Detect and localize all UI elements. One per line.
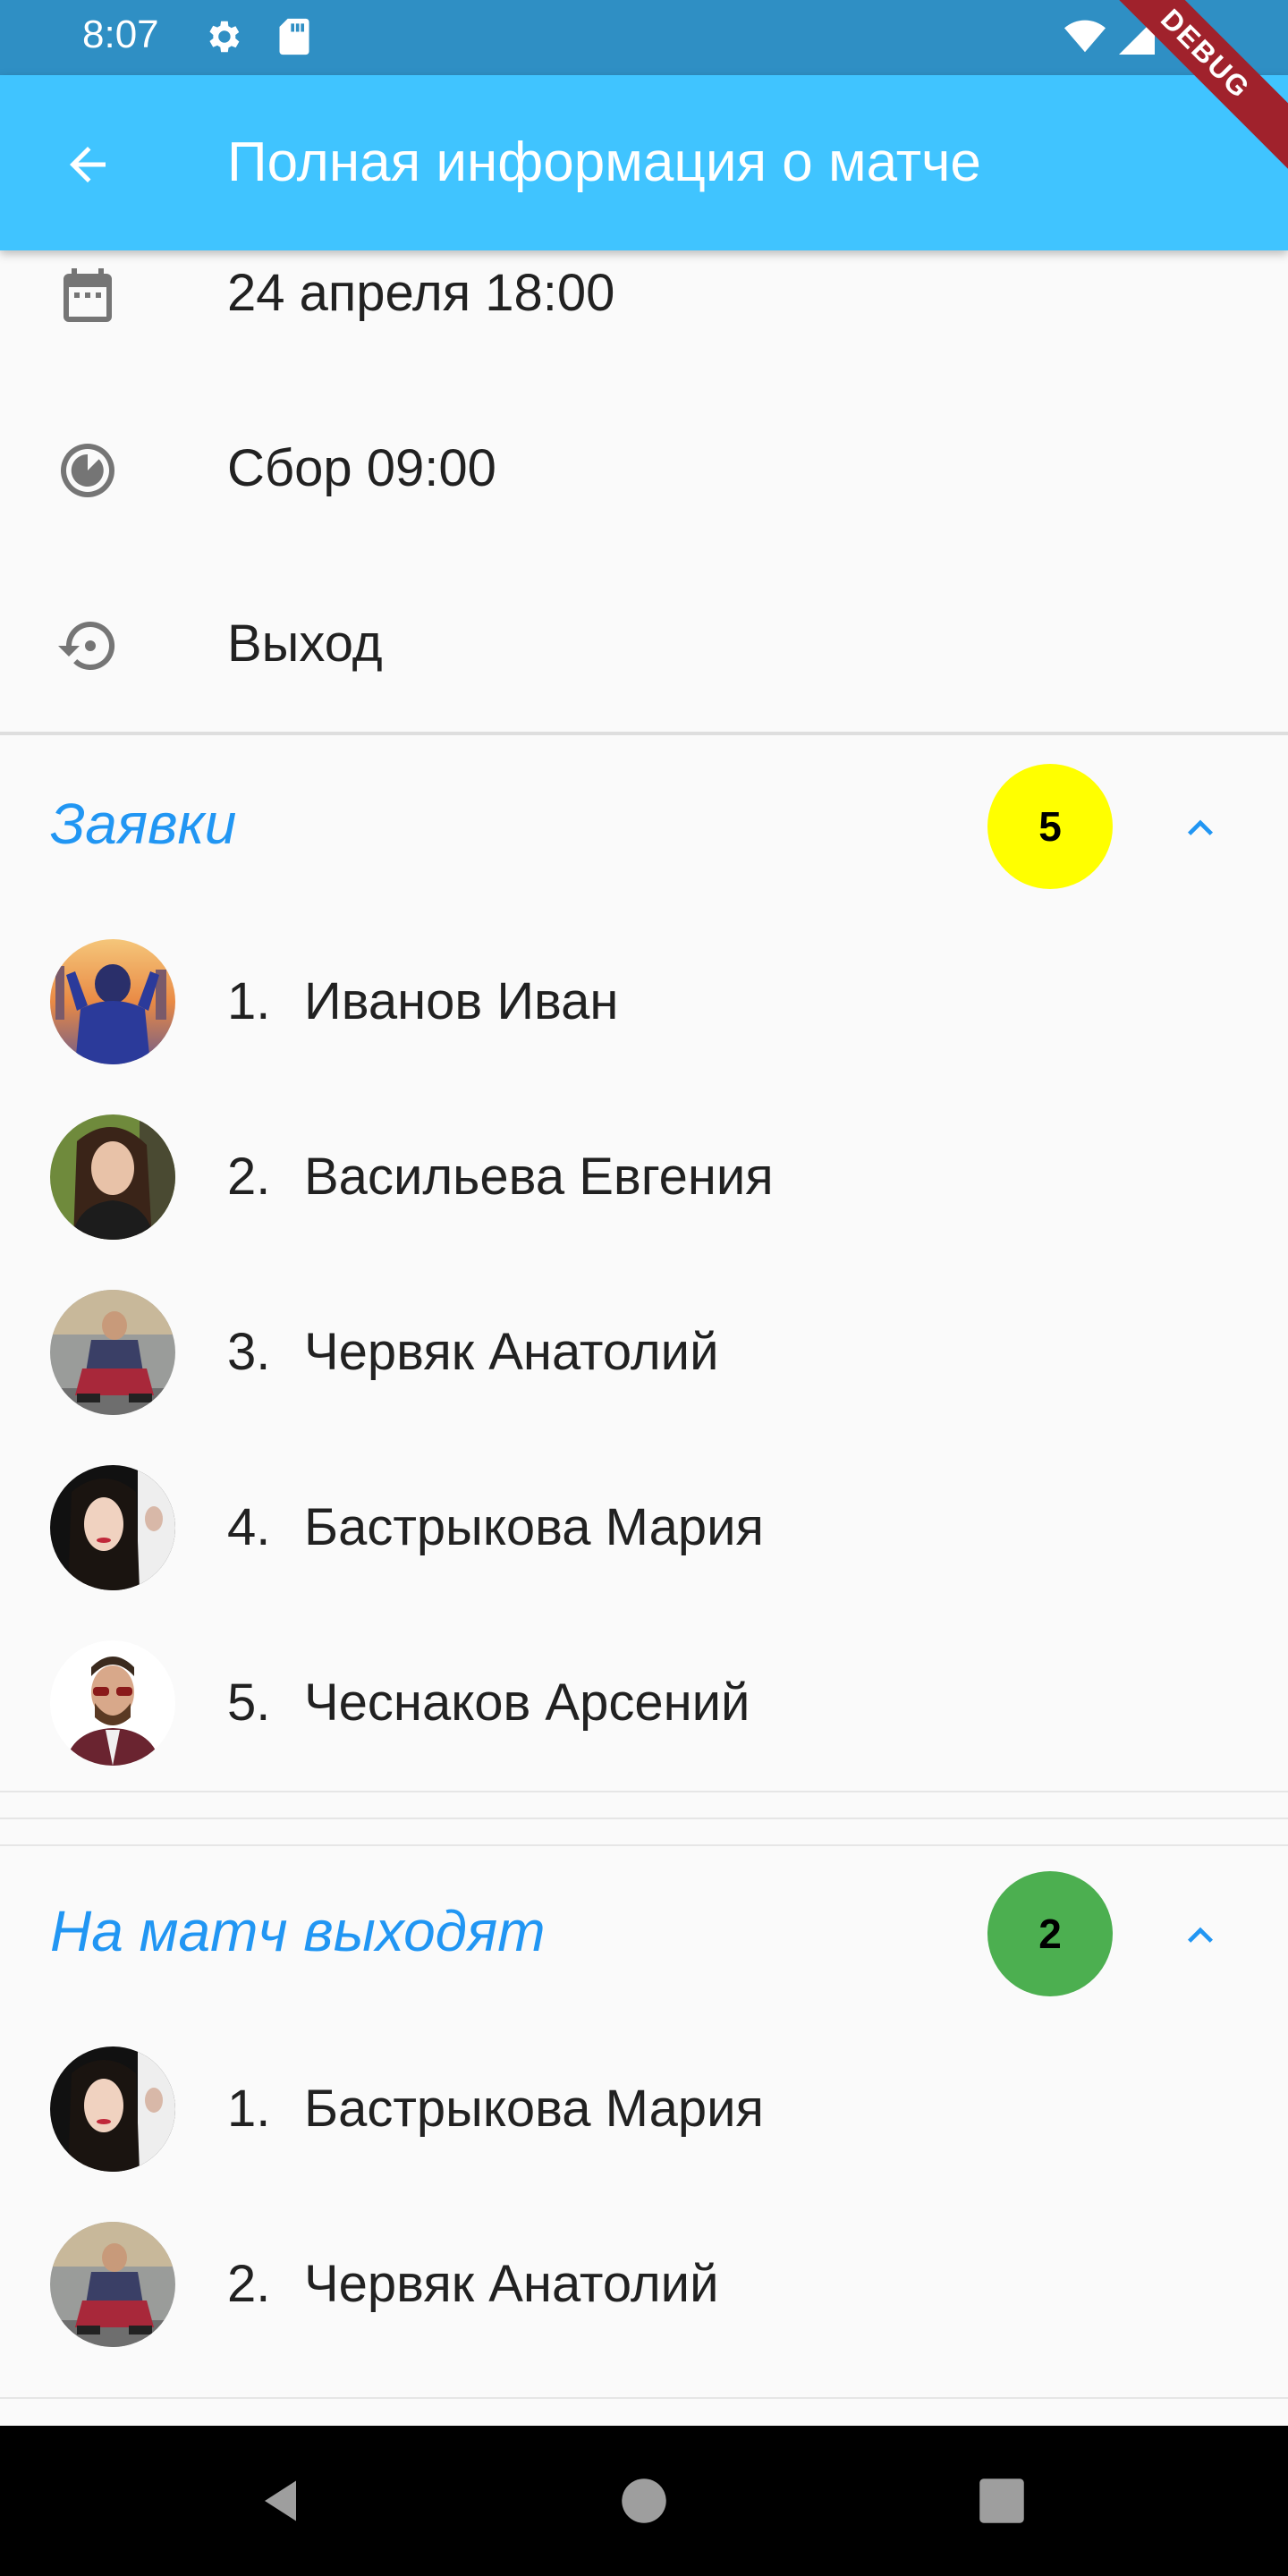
player-index: 1.	[227, 972, 271, 1030]
list-item[interactable]: 3. Червяк Анатолий	[0, 1265, 1288, 1440]
system-nav-bar	[0, 2426, 1288, 2576]
player-index: 1.	[227, 2080, 271, 2138]
player-name: Червяк Анатолий	[304, 2255, 719, 2313]
list-item[interactable]: 4. Бастрыкова Мария	[0, 1440, 1288, 1615]
player-name: Чеснаков Арсений	[304, 1674, 750, 1732]
gathering-time: Сбор 09:00	[227, 439, 496, 497]
player-index: 2.	[227, 2255, 271, 2313]
home-nav-button[interactable]	[608, 2465, 680, 2537]
divider	[0, 732, 1288, 735]
avatar	[50, 1114, 175, 1240]
exit-label: Выход	[227, 614, 383, 673]
list-item[interactable]: 1. Бастрыкова Мария	[0, 2021, 1288, 2197]
app-bar: Полная информация о матче	[0, 75, 1288, 250]
avatar	[50, 2046, 175, 2172]
list-item[interactable]: 2. Червяк Анатолий	[0, 2197, 1288, 2372]
player-name: Иванов Иван	[304, 972, 619, 1030]
exit-row: Выход	[0, 558, 1288, 733]
sd-card-icon	[274, 16, 315, 57]
player-index: 4.	[227, 1498, 271, 1556]
restore-icon	[50, 608, 125, 683]
player-name: Бастрыкова Мария	[304, 1498, 764, 1556]
avatar	[50, 1290, 175, 1415]
calendar-icon	[50, 258, 125, 333]
list-item[interactable]: 2. Васильева Евгения	[0, 1089, 1288, 1265]
match-date: 24 апреля 18:00	[227, 264, 615, 322]
arrow-back-icon	[70, 147, 106, 182]
back-button[interactable]	[50, 127, 125, 202]
time-lapse-icon	[50, 433, 125, 508]
lineup-count-badge: 2	[987, 1871, 1113, 1996]
player-name: Червяк Анатолий	[304, 1323, 719, 1381]
player-index: 3.	[227, 1323, 271, 1381]
gear-icon	[202, 16, 243, 57]
player-name: Васильева Евгения	[304, 1148, 774, 1206]
square-recents-icon	[979, 2479, 1024, 2523]
avatar	[50, 1465, 175, 1590]
applications-header[interactable]: Заявки 5	[0, 739, 1288, 914]
chevron-up-icon[interactable]	[1163, 791, 1238, 866]
applications-count-badge: 5	[987, 764, 1113, 889]
recents-nav-button[interactable]	[966, 2465, 1038, 2537]
back-nav-button[interactable]	[247, 2465, 318, 2537]
chevron-up-icon[interactable]	[1163, 1898, 1238, 1973]
list-item[interactable]: 5. Чеснаков Арсений	[0, 1615, 1288, 1791]
wifi-icon	[1064, 16, 1106, 57]
page-title: Полная информация о матче	[227, 131, 981, 193]
avatar	[50, 2222, 175, 2347]
list-item[interactable]: 1. Иванов Иван	[0, 914, 1288, 1089]
player-index: 5.	[227, 1674, 271, 1732]
divider	[0, 1818, 1288, 1819]
status-time: 8:07	[82, 13, 159, 56]
divider	[0, 1791, 1288, 1792]
lineup-header[interactable]: На матч выходят 2	[0, 1846, 1288, 2021]
gathering-row: Сбор 09:00	[0, 383, 1288, 558]
triangle-back-icon	[265, 2480, 296, 2521]
applications-title: Заявки	[50, 792, 237, 856]
lineup-title: На матч выходят	[50, 1899, 546, 1963]
avatar	[50, 1640, 175, 1766]
player-index: 2.	[227, 1148, 271, 1206]
circle-home-icon	[622, 2479, 666, 2523]
divider	[0, 2397, 1288, 2399]
avatar	[50, 939, 175, 1064]
player-name: Бастрыкова Мария	[304, 2080, 764, 2138]
status-bar: 8:07	[0, 0, 1288, 75]
